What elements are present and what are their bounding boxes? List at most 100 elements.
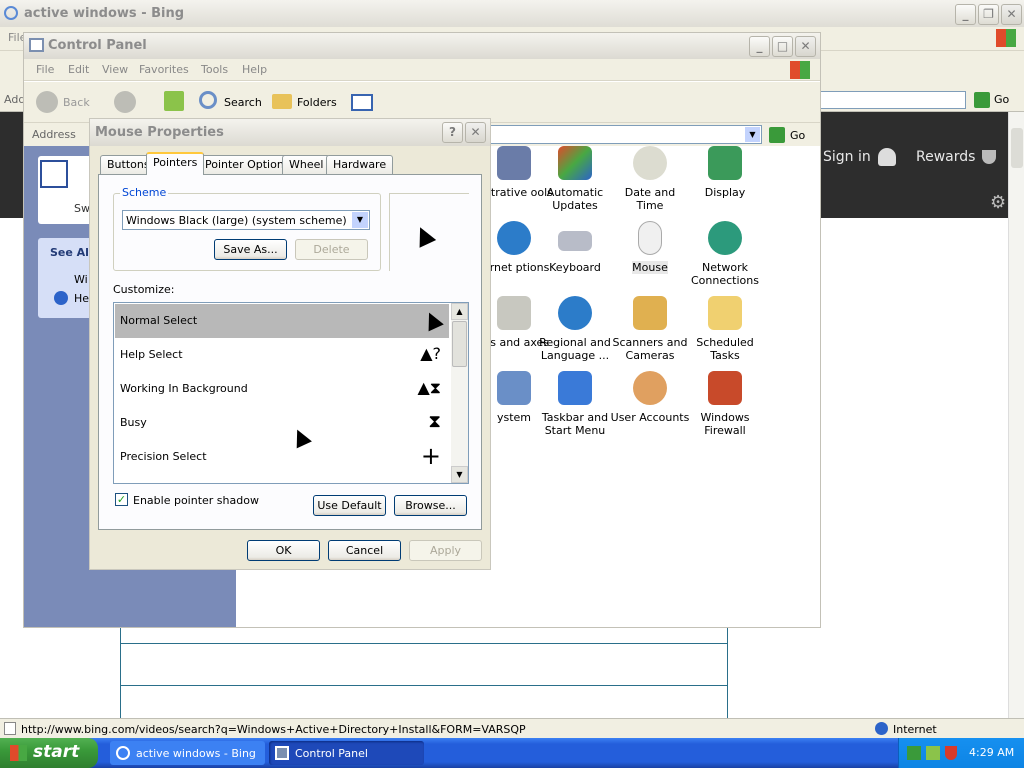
scheme-select[interactable]: Windows Black (large) (system scheme) ▼ [122, 210, 370, 230]
normal-select-cursor-icon: ▲ [419, 304, 446, 335]
cp-menu-help[interactable]: Help [242, 63, 267, 76]
start-button[interactable]: start [0, 738, 98, 768]
scroll-down-icon[interactable]: ▼ [451, 466, 468, 483]
help-support-link[interactable]: He [74, 292, 89, 305]
see-also-title: See Al [50, 246, 89, 259]
cp-menu-file[interactable]: File [36, 63, 54, 76]
folders-button-label[interactable]: Folders [297, 96, 337, 109]
security-shield-icon[interactable] [945, 746, 957, 760]
sign-in-link[interactable]: Sign in [823, 149, 871, 165]
tab-wheel[interactable]: Wheel [282, 155, 331, 174]
cp-address-input[interactable]: ▼ [488, 125, 762, 144]
taskbar-item-label: Control Panel [295, 747, 368, 760]
internet-options-icon [497, 221, 531, 255]
cp-taskbar-icon [275, 746, 289, 760]
cancel-button[interactable]: Cancel [328, 540, 401, 561]
help-icon [54, 291, 68, 305]
taskbar-item-label: active windows - Bing [136, 747, 256, 760]
network-item[interactable]: Network Connections [685, 221, 765, 287]
apply-button[interactable]: Apply [409, 540, 482, 561]
list-item[interactable]: Help Select ▲? [115, 338, 449, 372]
use-default-button[interactable]: Use Default [313, 495, 386, 516]
delete-button[interactable]: Delete [295, 239, 368, 260]
ie-taskbar-icon [116, 746, 130, 760]
regional-item[interactable]: Regional and Language ... [535, 296, 615, 362]
back-icon[interactable] [36, 91, 58, 113]
ok-button[interactable]: OK [247, 540, 320, 561]
trophy-icon[interactable] [982, 150, 996, 164]
list-scroll-thumb[interactable] [452, 321, 467, 367]
user-accounts-item[interactable]: User Accounts [610, 371, 690, 424]
save-as-button[interactable]: Save As... [214, 239, 287, 260]
dialog-help-button[interactable]: ? [442, 122, 463, 143]
list-scrollbar[interactable]: ▲ ▼ [451, 303, 468, 483]
list-item[interactable]: Normal Select ▲ [115, 304, 449, 338]
cp-menu-favorites[interactable]: Favorites [139, 63, 189, 76]
views-icon[interactable] [351, 94, 373, 111]
list-item[interactable]: Precision Select + [115, 440, 449, 474]
switch-view-link[interactable]: Sw [74, 202, 90, 215]
taskbar-item-bing[interactable]: active windows - Bing [110, 741, 265, 765]
up-folder-icon[interactable] [164, 91, 184, 111]
display-item[interactable]: Display [685, 146, 765, 199]
pointer-list[interactable]: Normal Select ▲ Help Select ▲? Working I… [113, 302, 469, 484]
scroll-up-icon[interactable]: ▲ [451, 303, 468, 320]
cp-menu-view[interactable]: View [102, 63, 128, 76]
user-icon[interactable] [878, 148, 896, 166]
user-accounts-icon [633, 371, 667, 405]
tab-pointers[interactable]: Pointers [146, 152, 205, 175]
network-tray-icon[interactable] [907, 746, 921, 760]
pointer-shadow-checkbox[interactable]: ✓ [115, 493, 128, 506]
taskbar-item-control-panel[interactable]: Control Panel [269, 741, 424, 765]
mouse-item[interactable]: Mouse [610, 221, 690, 274]
cp-icon-grid: nistrative ools Automatic Updates Date a… [474, 146, 814, 446]
close-button[interactable]: ✕ [1001, 4, 1022, 25]
bing-go-label[interactable]: Go [994, 93, 1009, 106]
cp-maximize-button[interactable]: □ [772, 36, 793, 57]
scheduled-tasks-icon [708, 296, 742, 330]
network2-tray-icon[interactable] [926, 746, 940, 760]
windows-update-link[interactable]: Wi [74, 273, 88, 286]
keyboard-item[interactable]: Keyboard [535, 221, 615, 274]
date-time-item[interactable]: Date and Time [610, 146, 690, 212]
scanners-item[interactable]: Scanners and Cameras [610, 296, 690, 362]
list-item[interactable]: Busy ⧗ [115, 406, 449, 440]
scheme-dropdown-icon[interactable]: ▼ [352, 212, 368, 228]
bing-title-bar: active windows - Bing _ ❐ ✕ [0, 0, 1024, 30]
tab-hardware[interactable]: Hardware [326, 155, 394, 174]
search-button-label[interactable]: Search [224, 96, 262, 109]
cp-address-dropdown-icon[interactable]: ▼ [745, 127, 760, 142]
bing-scrollbar[interactable] [1008, 112, 1024, 718]
cp-close-button[interactable]: ✕ [795, 36, 816, 57]
network-icon [708, 221, 742, 255]
cp-go-icon[interactable] [769, 127, 785, 143]
automatic-updates-item[interactable]: Automatic Updates [535, 146, 615, 212]
folders-icon[interactable] [272, 94, 292, 109]
cp-go-label[interactable]: Go [790, 129, 805, 142]
cp-menu-edit[interactable]: Edit [68, 63, 89, 76]
bing-title: active windows - Bing [24, 6, 185, 21]
taskbar-item[interactable]: Taskbar and Start Menu [535, 371, 615, 437]
list-item[interactable]: Working In Background ▲⧗ [115, 372, 449, 406]
user-accounts-label: User Accounts [610, 411, 690, 424]
maximize-button[interactable]: ❐ [978, 4, 999, 25]
scheduled-tasks-item[interactable]: Scheduled Tasks [685, 296, 765, 362]
search-icon[interactable] [199, 91, 217, 109]
cp-menu-tools[interactable]: Tools [201, 63, 228, 76]
settings-gear-icon[interactable]: ⚙ [990, 192, 1006, 213]
bing-address-input[interactable] [820, 91, 966, 109]
forward-icon[interactable] [114, 91, 136, 113]
cp-minimize-button[interactable]: _ [749, 36, 770, 57]
bing-go-icon[interactable] [974, 92, 990, 108]
pointer-name: Working In Background [120, 382, 248, 395]
pointer-name: Precision Select [120, 450, 207, 463]
pointer-shadow-label[interactable]: Enable pointer shadow [133, 494, 259, 507]
firewall-item[interactable]: Windows Firewall [685, 371, 765, 437]
scroll-thumb[interactable] [1011, 128, 1023, 168]
back-button-label[interactable]: Back [63, 96, 90, 109]
dialog-close-button[interactable]: ✕ [465, 122, 486, 143]
regional-icon [558, 296, 592, 330]
rewards-link[interactable]: Rewards [916, 149, 975, 165]
browse-button[interactable]: Browse... [394, 495, 467, 516]
minimize-button[interactable]: _ [955, 4, 976, 25]
